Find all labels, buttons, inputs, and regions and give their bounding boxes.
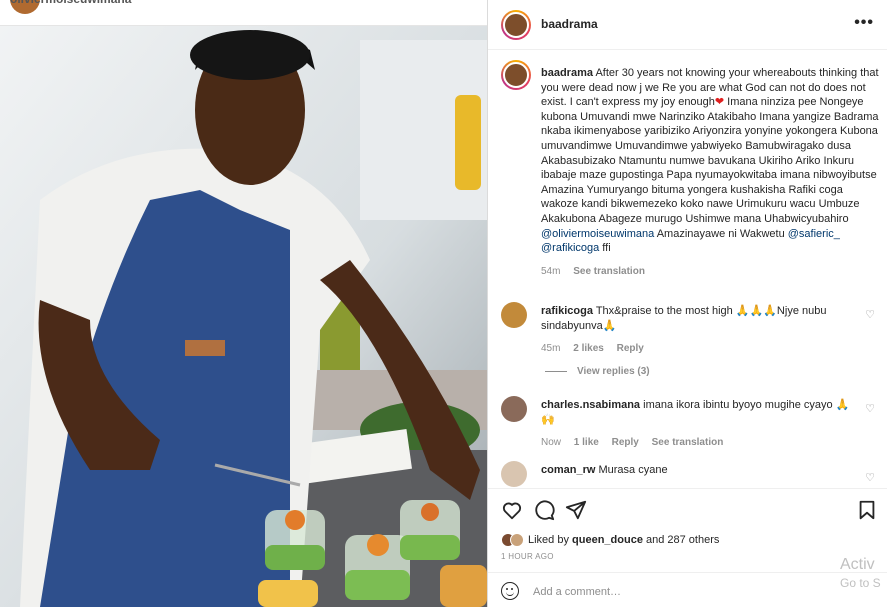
comment-avatar[interactable] [501,396,527,422]
comment-username[interactable]: coman_rw [541,464,595,476]
view-replies-label: View replies (3) [577,366,650,377]
likes-user[interactable]: queen_douce [572,534,643,546]
comment-reply-button[interactable]: Reply [617,343,644,354]
comment-icon[interactable] [533,499,555,521]
mention-rafikicoga[interactable]: @rafikicoga [541,242,599,254]
view-replies-button[interactable]: View replies (3) [545,366,650,377]
caption-meta: 54m See translation [541,265,881,280]
likes-suffix: and 287 others [642,533,720,546]
activate-windows-watermark: Activ Go to S [840,556,881,590]
comment-avatar[interactable] [501,302,527,328]
comment-likes[interactable]: 1 like [574,437,599,448]
watermark-line-2: Go to S [840,576,881,590]
caption-avatar[interactable] [501,60,531,90]
more-options-icon[interactable]: ••• [854,14,874,32]
replies-line [545,370,567,372]
caption-username[interactable]: baadrama [541,67,593,79]
emoji-icon[interactable] [501,582,519,600]
comment-like-heart-icon[interactable]: ♡ [865,471,875,484]
author-username[interactable]: baadrama [541,17,598,31]
comment-username[interactable]: rafikicoga [541,305,593,317]
comment-see-translation[interactable]: See translation [652,437,724,448]
comment-text: coman_rw Murasa cyane [541,463,851,478]
mention-olivier[interactable]: @oliviermoiseuwimana [541,228,654,240]
post-timestamp: 1 HOUR AGO [501,552,554,561]
comment-like-heart-icon[interactable]: ♡ [865,308,875,321]
comment-body: Murasa cyane [598,464,668,476]
comment-meta: Now 1 like Reply See translation [541,436,851,451]
comment-like-heart-icon[interactable]: ♡ [865,402,875,415]
caption-text: baadrama After 30 years not knowing your… [541,66,881,279]
like-heart-icon[interactable] [501,499,523,521]
comment-likes[interactable]: 2 likes [573,343,604,354]
post-actions: Liked by queen_douce and 287 others 1 HO… [488,488,887,572]
photo-top-strip: oliviermoiseuwimana [0,0,487,26]
save-bookmark-icon[interactable] [856,499,878,521]
post-header: baadrama ••• [488,0,887,50]
comment-reply-button[interactable]: Reply [612,437,639,448]
comment-username[interactable]: charles.nsabimana [541,399,640,411]
author-avatar[interactable] [501,10,531,40]
share-paper-plane-icon[interactable] [565,499,587,521]
comment-text: rafikicoga Thx&praise to the most high 🙏… [541,304,851,357]
comment-meta: 45m 2 likes Reply [541,342,851,357]
add-comment-bar: Add a comment… [488,572,887,607]
top-username: oliviermoiseuwimana [10,0,131,6]
caption-body-3: Amazinayawe ni Wakwetu [654,227,788,240]
comment-time: 45m [541,343,561,355]
watermark-line-1: Activ [840,556,875,573]
liker-avatar [510,533,524,547]
chef-photo-illustration [0,0,487,607]
mention-safieric[interactable]: @safieric_ [788,228,840,240]
post-side-panel: baadrama ••• baadrama After 30 years not… [487,0,887,607]
caption-see-translation[interactable]: See translation [573,266,645,277]
comment-time: Now [541,437,562,449]
add-comment-input[interactable]: Add a comment… [533,586,621,598]
post-photo[interactable]: oliviermoiseuwimana [0,0,487,607]
likes-prefix: Liked by [528,533,573,546]
comment-avatar[interactable] [501,461,527,487]
likes-summary[interactable]: Liked by queen_douce and 287 others [501,533,719,547]
heart-emoji: ❤ [714,96,725,109]
comments-section[interactable]: baadrama After 30 years not knowing your… [488,50,887,488]
comment-text: charles.nsabimana imana ikora ibintu byo… [541,398,851,451]
caption-body-4: ffi [599,242,611,255]
caption-time: 54m [541,265,561,277]
caption-body-2: Imana ninziza pee Nongeye kubona Umuvand… [541,96,879,225]
